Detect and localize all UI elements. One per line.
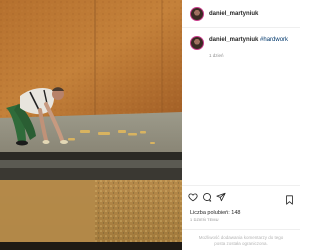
- post-side-panel: daniel_martyniuk daniel_martyniuk #hardw…: [182, 0, 300, 250]
- caption-avatar[interactable]: [190, 36, 204, 50]
- caption: daniel_martyniuk #hardwork: [190, 36, 298, 50]
- comments-disabled-text: Możliwość dodawania komentarzy do tego p…: [198, 234, 284, 246]
- action-icons: [188, 192, 226, 202]
- post-date: 1 DZIEŃ TEMU: [190, 218, 219, 222]
- post-header: daniel_martyniuk: [182, 0, 300, 28]
- header-username[interactable]: daniel_martyniuk: [209, 11, 258, 17]
- caption-username[interactable]: daniel_martyniuk: [209, 37, 258, 43]
- bookmark-icon[interactable]: [285, 192, 294, 210]
- hashtag-link[interactable]: #hardwork: [260, 37, 288, 43]
- share-icon[interactable]: [216, 192, 226, 202]
- comment-icon[interactable]: [202, 192, 212, 202]
- comments-disabled-notice: Możliwość dodawania komentarzy do tego p…: [182, 229, 300, 250]
- caption-text: daniel_martyniuk #hardwork: [209, 36, 288, 44]
- post-photo: [0, 0, 182, 250]
- likes-count[interactable]: Liczba polubień: 148: [190, 210, 240, 216]
- post-media[interactable]: [0, 0, 182, 250]
- action-section: Liczba polubień: 148 1 DZIEŃ TEMU Możliw…: [182, 185, 300, 250]
- avatar[interactable]: [190, 6, 204, 21]
- caption-time: 1 dzień: [209, 53, 224, 58]
- heart-icon[interactable]: [188, 192, 198, 202]
